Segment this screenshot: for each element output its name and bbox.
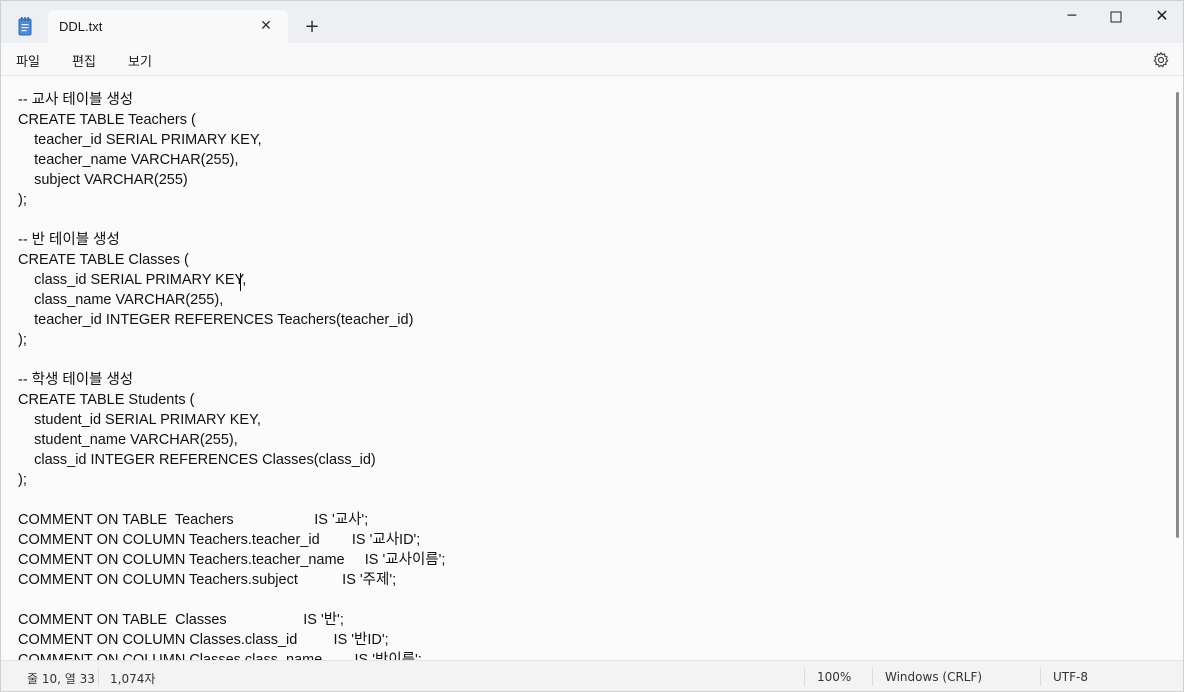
menu-file[interactable]: 파일 [16,51,40,70]
editor-line[interactable]: teacher_id SERIAL PRIMARY KEY, [18,130,445,150]
minimize-button[interactable]: ─ [1049,1,1095,33]
editor-content[interactable]: -- 교사 테이블 생성 CREATE TABLE Teachers ( teac… [18,90,445,660]
editor-line[interactable]: -- 반 테이블 생성 [18,230,445,250]
maximize-button[interactable] [1093,1,1139,33]
tab-title: DDL.txt [59,19,103,34]
notepad-icon [17,16,33,36]
status-bar: 줄 10, 열 33 1,074자 100% Windows (CRLF) UT… [1,660,1183,691]
line-ending[interactable]: Windows (CRLF) [885,670,982,684]
editor-line[interactable]: COMMENT ON COLUMN Teachers.subject IS '주… [18,570,445,590]
editor-line[interactable]: -- 학생 테이블 생성 [18,370,445,390]
text-editor[interactable]: -- 교사 테이블 생성 CREATE TABLE Teachers ( teac… [1,77,1183,660]
notepad-window: DDL.txt ✕ + ─ ✕ 파일 편집 보기 -- 교사 테이블 생성 CRE… [0,0,1184,692]
editor-line[interactable]: CREATE TABLE Teachers ( [18,110,445,130]
editor-line[interactable] [18,590,445,610]
status-divider [872,668,873,686]
editor-line[interactable]: ); [18,330,445,350]
editor-line[interactable]: ); [18,190,445,210]
editor-line[interactable]: COMMENT ON TABLE Teachers IS '교사'; [18,510,445,530]
editor-line[interactable] [18,490,445,510]
editor-line[interactable]: class_id INTEGER REFERENCES Classes(clas… [18,450,445,470]
menu-view[interactable]: 보기 [128,51,152,70]
editor-line[interactable]: COMMENT ON COLUMN Classes.class_name IS … [18,650,445,660]
character-count: 1,074자 [110,672,156,686]
zoom-level[interactable]: 100% [817,670,851,684]
gear-icon[interactable] [1152,51,1170,69]
editor-line[interactable] [18,210,445,230]
tab-ddl-txt[interactable]: DDL.txt ✕ [48,10,288,43]
encoding[interactable]: UTF-8 [1053,670,1088,684]
title-bar: DDL.txt ✕ + ─ ✕ [1,1,1183,43]
editor-line[interactable]: subject VARCHAR(255) [18,170,445,190]
editor-line[interactable]: COMMENT ON TABLE Classes IS '반'; [18,610,445,630]
close-window-button[interactable]: ✕ [1139,1,1184,33]
editor-line[interactable]: COMMENT ON COLUMN Classes.class_id IS '반… [18,630,445,650]
vertical-scrollbar[interactable] [1176,92,1179,538]
cursor-position: 줄 10, 열 33 [27,672,95,686]
menu-edit[interactable]: 편집 [72,51,96,70]
editor-line[interactable]: ); [18,470,445,490]
editor-line[interactable]: class_id SERIAL PRIMARY KEY, [18,270,445,290]
editor-line[interactable]: -- 교사 테이블 생성 [18,90,445,110]
editor-line[interactable]: class_name VARCHAR(255), [18,290,445,310]
editor-line[interactable]: teacher_name VARCHAR(255), [18,150,445,170]
text-caret [240,273,241,291]
menu-bar: 파일 편집 보기 [1,43,1183,76]
status-divider [804,668,805,686]
editor-line[interactable]: CREATE TABLE Students ( [18,390,445,410]
close-tab-icon[interactable]: ✕ [258,18,274,34]
new-tab-button[interactable]: + [302,17,322,37]
status-divider [1040,668,1041,686]
editor-line[interactable]: teacher_id INTEGER REFERENCES Teachers(t… [18,310,445,330]
status-divider [98,668,99,686]
editor-line[interactable]: student_id SERIAL PRIMARY KEY, [18,410,445,430]
maximize-icon [1110,11,1122,23]
editor-line[interactable] [18,350,445,370]
editor-line[interactable]: COMMENT ON COLUMN Teachers.teacher_name … [18,550,445,570]
editor-line[interactable]: student_name VARCHAR(255), [18,430,445,450]
editor-line[interactable]: CREATE TABLE Classes ( [18,250,445,270]
editor-line[interactable]: COMMENT ON COLUMN Teachers.teacher_id IS… [18,530,445,550]
